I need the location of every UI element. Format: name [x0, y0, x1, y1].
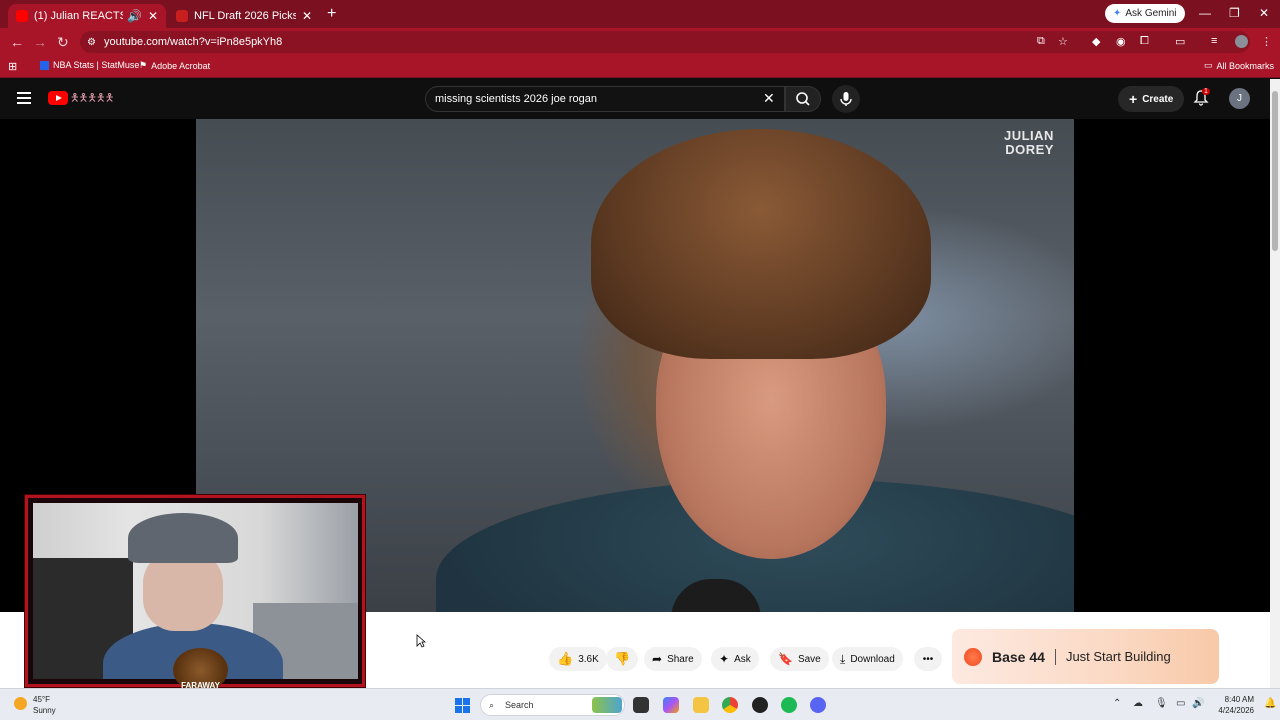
speaker-icon[interactable]: 🔊 — [127, 9, 142, 23]
windows-taskbar: 45°F Sunny ⌕ Search ⌃ ☁ 🎙 ▭ 🔊 8:40 AM 4/… — [0, 688, 1280, 720]
close-tab-icon[interactable]: ✕ — [302, 9, 312, 23]
all-bookmarks[interactable]: ▭ All Bookmarks — [1204, 60, 1274, 71]
share-arrow-icon: ➦ — [652, 652, 663, 666]
minimize-icon[interactable]: — — [1199, 6, 1211, 20]
acrobat-icon: ⚑ — [139, 60, 148, 70]
site-info-icon[interactable]: ⚙ — [87, 37, 96, 48]
close-tab-icon[interactable]: ✕ — [148, 9, 158, 23]
download-button[interactable]: ⤓ Download — [832, 647, 903, 671]
address-bar-row: ← → ↻ ⚙ youtube.com/watch?v=iPn8e5pkYh8 … — [0, 28, 1280, 56]
cast-icon[interactable]: ▭ — [1175, 35, 1185, 48]
forward-icon[interactable]: → — [33, 34, 47, 50]
thumbs-down-icon: 👎 — [614, 651, 631, 666]
create-button[interactable]: + Create — [1118, 86, 1185, 112]
extension-icon[interactable]: ◆ — [1092, 35, 1100, 48]
channel-watermark: JULIAN DOREY — [1004, 128, 1054, 157]
task-view-icon[interactable] — [633, 697, 649, 713]
share-button[interactable]: ➦ Share — [644, 647, 702, 671]
hamburger-menu-icon[interactable] — [17, 92, 31, 104]
streamer-face — [143, 551, 223, 631]
extension-icon[interactable]: ◉ — [1116, 35, 1126, 48]
search-icon: ⌕ — [489, 699, 495, 710]
apps-grid-icon[interactable]: ⊞ — [8, 60, 17, 73]
spotify-icon[interactable] — [781, 697, 797, 713]
reload-icon[interactable]: ↻ — [57, 34, 69, 51]
page-scrollbar[interactable] — [1270, 79, 1280, 689]
ask-button[interactable]: ✦ Ask — [711, 647, 759, 671]
more-horizontal-icon: ••• — [922, 653, 934, 665]
chrome-icon[interactable] — [722, 697, 738, 713]
tab-youtube[interactable]: (1) Julian REACTS to the 11 🔊 ✕ — [8, 4, 166, 28]
sponsored-ad-banner[interactable]: Base 44 Just Start Building — [952, 629, 1219, 684]
restore-icon[interactable]: ❐ — [1229, 6, 1240, 20]
file-explorer-icon[interactable] — [693, 697, 709, 713]
streamer-hat — [128, 513, 238, 563]
notifications-icon[interactable]: 🔔 — [1264, 698, 1276, 709]
thumbs-up-icon: 👍 — [557, 651, 574, 666]
voice-search-button[interactable] — [832, 85, 860, 113]
plus-icon: + — [1129, 91, 1138, 107]
account-avatar[interactable]: J — [1229, 88, 1250, 109]
windows-start-icon[interactable] — [455, 698, 470, 713]
dislike-button[interactable]: 👎 — [606, 647, 639, 671]
new-tab-icon[interactable]: + — [327, 5, 336, 23]
youtube-header: 🯅🯅🯅🯅🯅 missing scientists 2026 joe rogan … — [0, 79, 1280, 119]
tab-nfl-draft[interactable]: NFL Draft 2026 Picks by Round ✕ — [168, 4, 320, 28]
volume-icon[interactable]: 🔊 — [1192, 698, 1204, 709]
youtube-logo-icon[interactable] — [48, 91, 68, 105]
bookmark-icon: 🔖 — [778, 652, 793, 666]
microphone-icon — [840, 92, 852, 106]
clear-search-icon[interactable]: ✕ — [763, 90, 775, 107]
discord-icon[interactable] — [810, 697, 826, 713]
obs-icon[interactable] — [752, 697, 768, 713]
streamer-webcam-overlay: FARAWAY — [25, 495, 365, 692]
network-icon[interactable]: ▭ — [1176, 698, 1185, 709]
search-input[interactable]: missing scientists 2026 joe rogan — [425, 86, 785, 112]
notification-count-badge: 1 — [1202, 88, 1210, 95]
bookmark-statmuse[interactable]: NBA Stats | StatMuse — [40, 60, 139, 70]
bookmarks-bar: ⊞ NBA Stats | StatMuse ⚑ Adobe Acrobat ▭… — [0, 56, 1280, 78]
profile-avatar-icon[interactable] — [1235, 35, 1248, 48]
bookmark-star-icon[interactable]: ☆ — [1058, 35, 1068, 48]
video-subject-hair — [591, 129, 931, 359]
microphone-icon[interactable]: 🎙 — [1155, 698, 1168, 709]
gemini-sparkle-icon: ✦ — [1113, 8, 1122, 19]
more-actions-button[interactable]: ••• — [914, 647, 942, 671]
faraway-bear-logo: FARAWAY — [173, 648, 228, 692]
statmuse-icon — [40, 60, 49, 70]
sun-icon — [14, 697, 27, 710]
url-field[interactable]: ⚙ youtube.com/watch?v=iPn8e5pkYh8 — [80, 31, 1250, 53]
ask-gemini-button[interactable]: ✦ Ask Gemini — [1105, 4, 1185, 23]
search-highlight-icon — [592, 697, 622, 713]
sparkle-icon: ✦ — [719, 652, 730, 666]
mouse-cursor-icon — [416, 634, 426, 648]
copilot-icon[interactable] — [663, 697, 679, 713]
media-icon[interactable]: ≡ — [1211, 35, 1217, 47]
weather-widget[interactable]: 45°F Sunny — [14, 694, 56, 716]
bookmark-adobe-acrobat[interactable]: ⚑ Adobe Acrobat — [139, 60, 210, 71]
search-button[interactable] — [785, 86, 821, 112]
extensions-puzzle-icon[interactable]: ⧠ — [1140, 35, 1149, 48]
search-icon — [796, 92, 810, 106]
scrollbar-thumb[interactable] — [1272, 91, 1278, 251]
ad-divider — [1054, 648, 1056, 665]
doodle-logo-icon[interactable]: 🯅🯅🯅🯅🯅 — [70, 89, 114, 108]
more-menu-icon[interactable]: ⋮ — [1261, 35, 1272, 48]
install-app-icon[interactable]: ⧉ — [1037, 35, 1045, 48]
tab-bar: (1) Julian REACTS to the 11 🔊 ✕ NFL Draf… — [0, 0, 1280, 28]
like-button[interactable]: 👍 3.6K — [549, 647, 607, 671]
nfl-favicon-icon — [176, 10, 188, 22]
onedrive-icon[interactable]: ☁ — [1133, 698, 1143, 709]
show-hidden-icons-icon[interactable]: ⌃ — [1113, 698, 1121, 709]
close-window-icon[interactable]: ✕ — [1259, 6, 1269, 20]
system-clock[interactable]: 8:40 AM 4/24/2026 — [1212, 694, 1254, 716]
back-icon[interactable]: ← — [10, 34, 24, 50]
base44-logo-icon — [964, 647, 982, 666]
folder-icon: ▭ — [1204, 60, 1213, 70]
youtube-favicon-icon — [16, 10, 28, 22]
save-button[interactable]: 🔖 Save — [770, 647, 829, 671]
download-icon: ⤓ — [840, 651, 846, 666]
